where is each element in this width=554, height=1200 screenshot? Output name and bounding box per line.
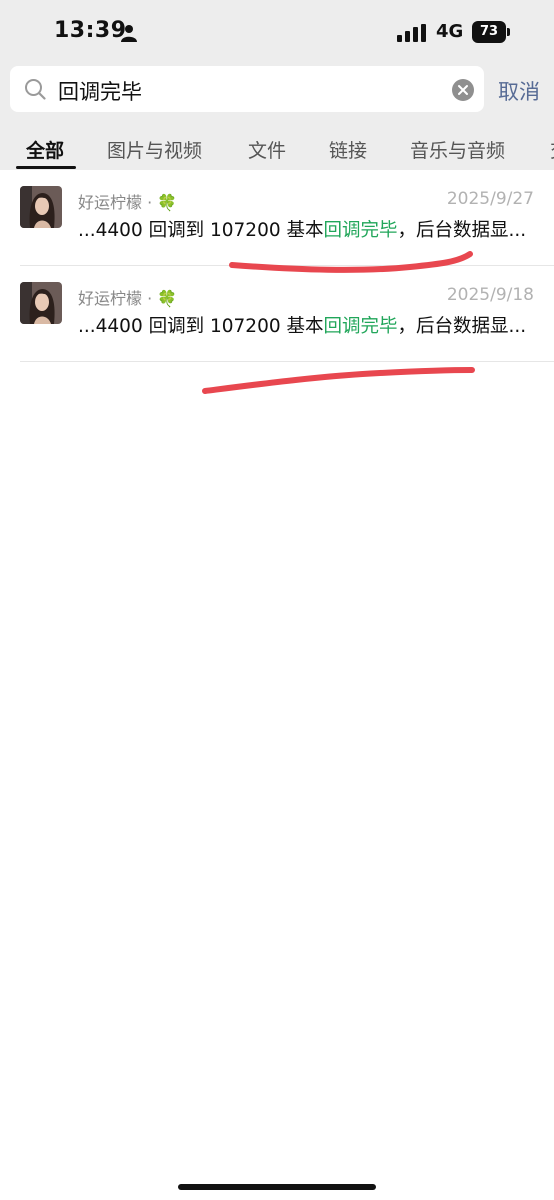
- snippet-text: ，后台数据显...: [397, 316, 527, 337]
- tab-music-audio[interactable]: 音乐与音频: [410, 136, 505, 163]
- snippet-text: ...4400 回调到 107200 基本: [78, 316, 324, 337]
- search-input[interactable]: 回调完毕: [10, 66, 484, 112]
- tab-files[interactable]: 文件: [248, 136, 286, 163]
- snippet-text: ，后台数据显...: [397, 220, 527, 241]
- search-icon: [25, 79, 46, 100]
- tab-links[interactable]: 链接: [329, 136, 367, 163]
- keyword-highlight: 回调完毕: [323, 220, 398, 241]
- search-result-item[interactable]: 好运柠檬 · 🍀 2025/9/27 ...4400 回调到 107200 基本…: [0, 170, 554, 266]
- cellular-signal-icon: [397, 24, 426, 42]
- battery-icon: 73: [472, 21, 510, 43]
- network-type: 4G: [436, 21, 464, 42]
- filter-tabs: 全部 图片与视频 文件 链接 音乐与音频 交: [0, 126, 554, 170]
- keyword-highlight: 回调完毕: [323, 316, 398, 337]
- tab-all[interactable]: 全部: [26, 136, 64, 163]
- message-date: 2025/9/18: [446, 285, 534, 305]
- message-snippet: ...4400 回调到 107200 基本回调完毕，后台数据显...: [78, 216, 538, 242]
- sender-name: 好运柠檬 · 🍀: [78, 193, 178, 212]
- tab-transfer[interactable]: 交: [550, 136, 554, 163]
- divider: [20, 361, 554, 362]
- active-tab-indicator: [16, 166, 76, 169]
- search-result-item[interactable]: 好运柠檬 · 🍀 2025/9/18 ...4400 回调到 107200 基本…: [0, 266, 554, 362]
- avatar: [20, 282, 62, 324]
- person-icon: [121, 25, 137, 42]
- message-snippet: ...4400 回调到 107200 基本回调完毕，后台数据显...: [78, 312, 538, 338]
- status-bar: 13:39 4G 73: [0, 0, 554, 64]
- avatar: [20, 186, 62, 228]
- snippet-text: ...4400 回调到 107200 基本: [78, 220, 324, 241]
- clear-icon[interactable]: [452, 79, 474, 101]
- red-underline-stroke: [202, 367, 475, 394]
- battery-level: 73: [472, 21, 506, 43]
- home-indicator: [178, 1184, 376, 1190]
- search-query: 回调完毕: [58, 80, 142, 104]
- cancel-button[interactable]: 取消: [498, 76, 540, 106]
- message-date: 2025/9/27: [446, 189, 534, 209]
- tab-photos-videos[interactable]: 图片与视频: [107, 136, 202, 163]
- sender-name: 好运柠檬 · 🍀: [78, 289, 178, 308]
- status-time: 13:39: [54, 18, 127, 43]
